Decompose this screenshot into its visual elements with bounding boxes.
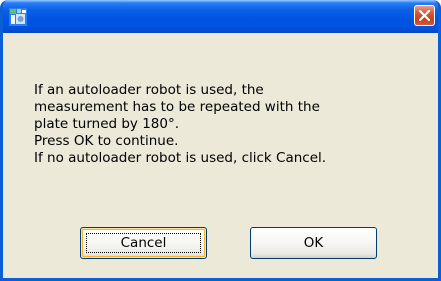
cancel-button-label: Cancel (120, 235, 167, 251)
ok-button[interactable]: OK (250, 227, 377, 259)
title-bar[interactable] (3, 0, 438, 33)
message-text: If an autoloader robot is used, the meas… (34, 82, 434, 167)
close-button[interactable] (414, 5, 435, 26)
cancel-button[interactable]: Cancel (80, 227, 207, 259)
message-line: If an autoloader robot is used, the (34, 82, 264, 98)
close-icon (419, 10, 430, 21)
message-line: measurement has to be repeated with the (34, 99, 320, 115)
message-line: If no autoloader robot is used, click Ca… (34, 150, 327, 166)
message-dialog: If an autoloader robot is used, the meas… (0, 0, 441, 281)
message-line: plate turned by 180°. (34, 116, 180, 132)
message-line: Press OK to continue. (34, 133, 179, 149)
app-icon (9, 8, 27, 26)
ok-button-label: OK (303, 235, 324, 251)
